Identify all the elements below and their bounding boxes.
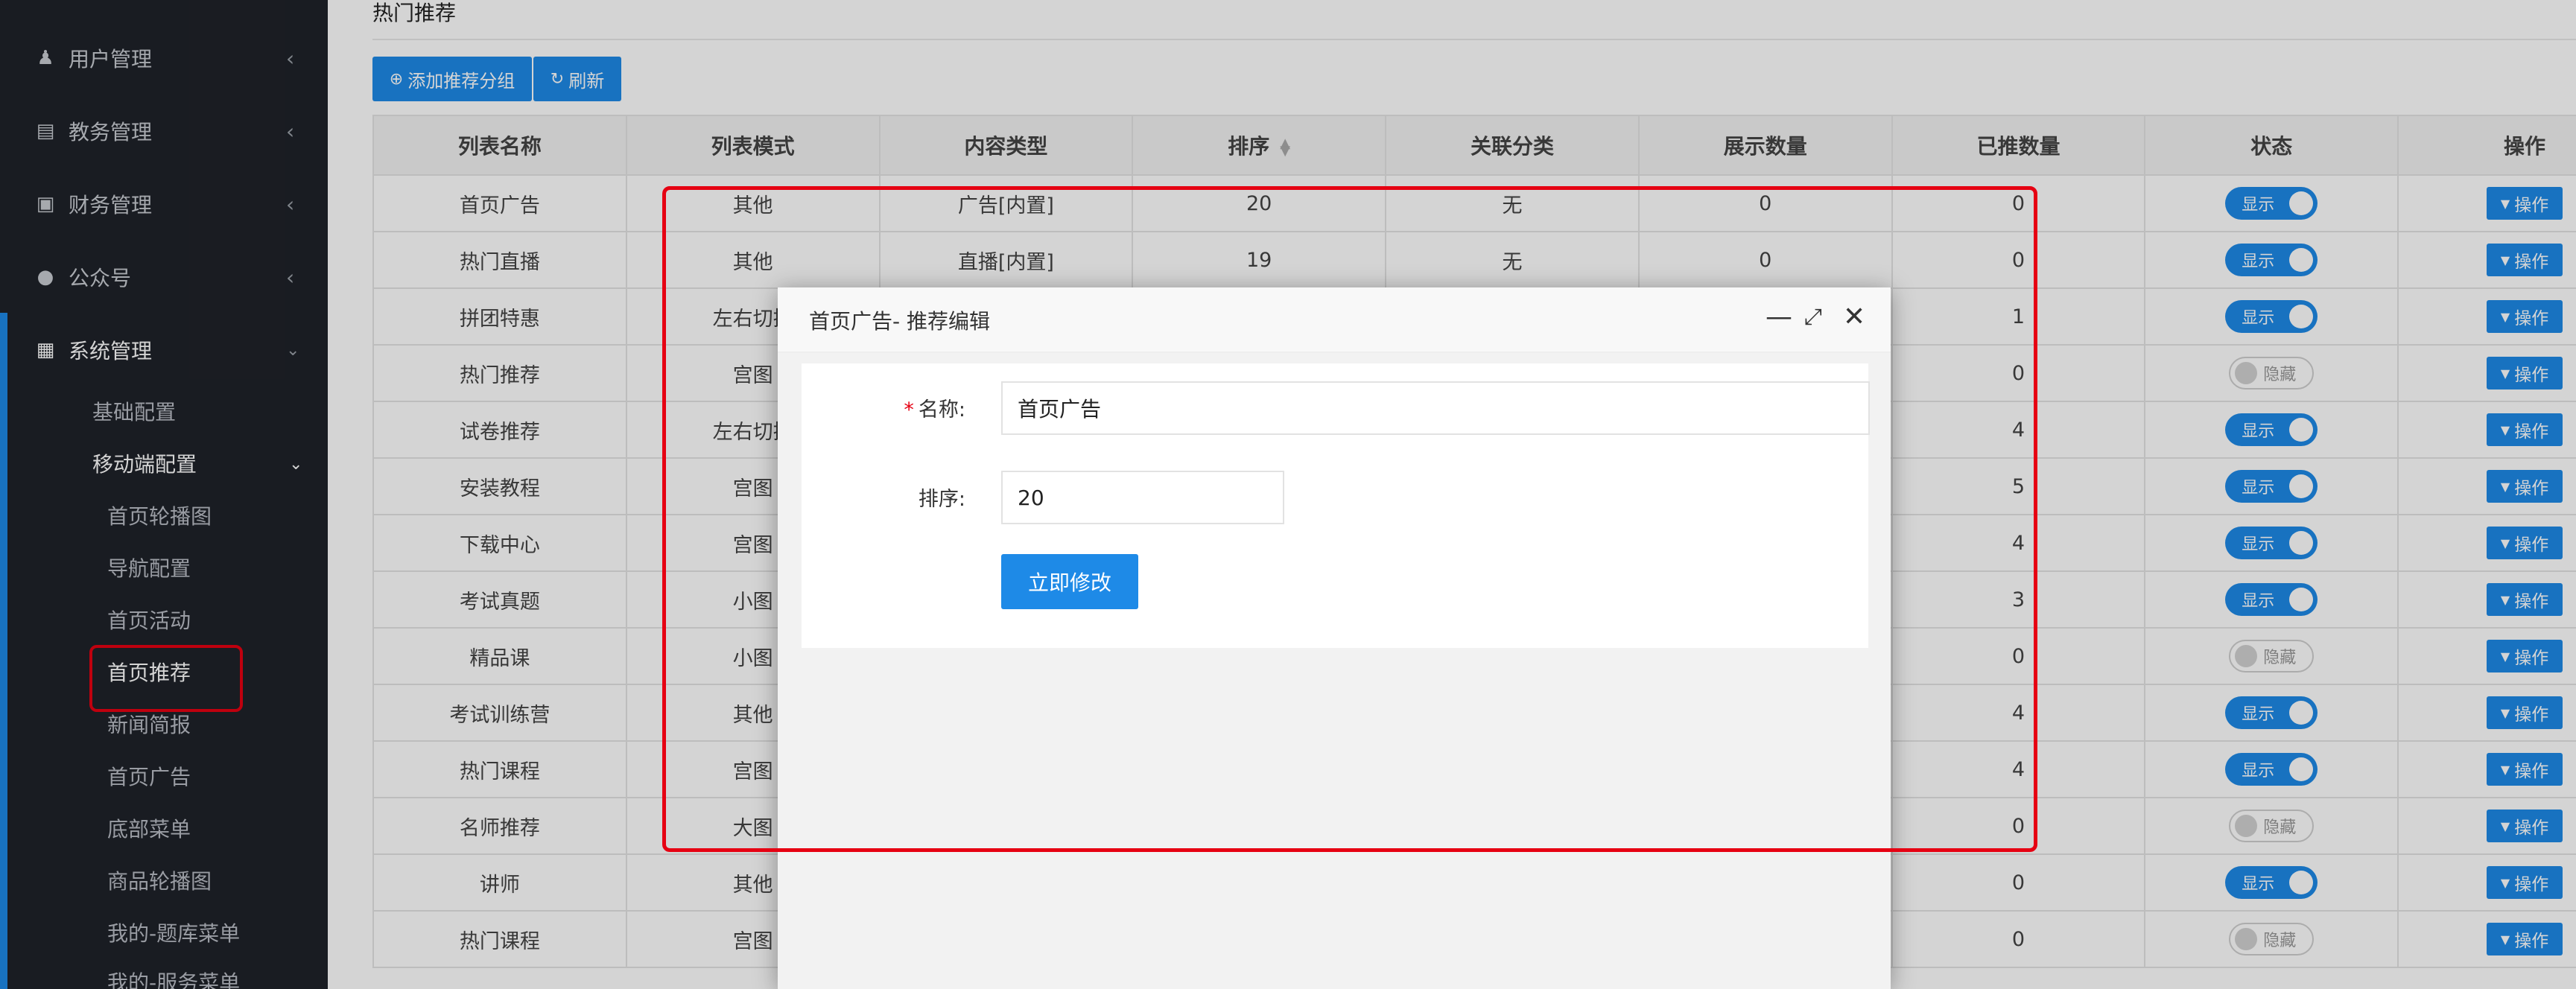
highlight-box: [662, 186, 2037, 852]
